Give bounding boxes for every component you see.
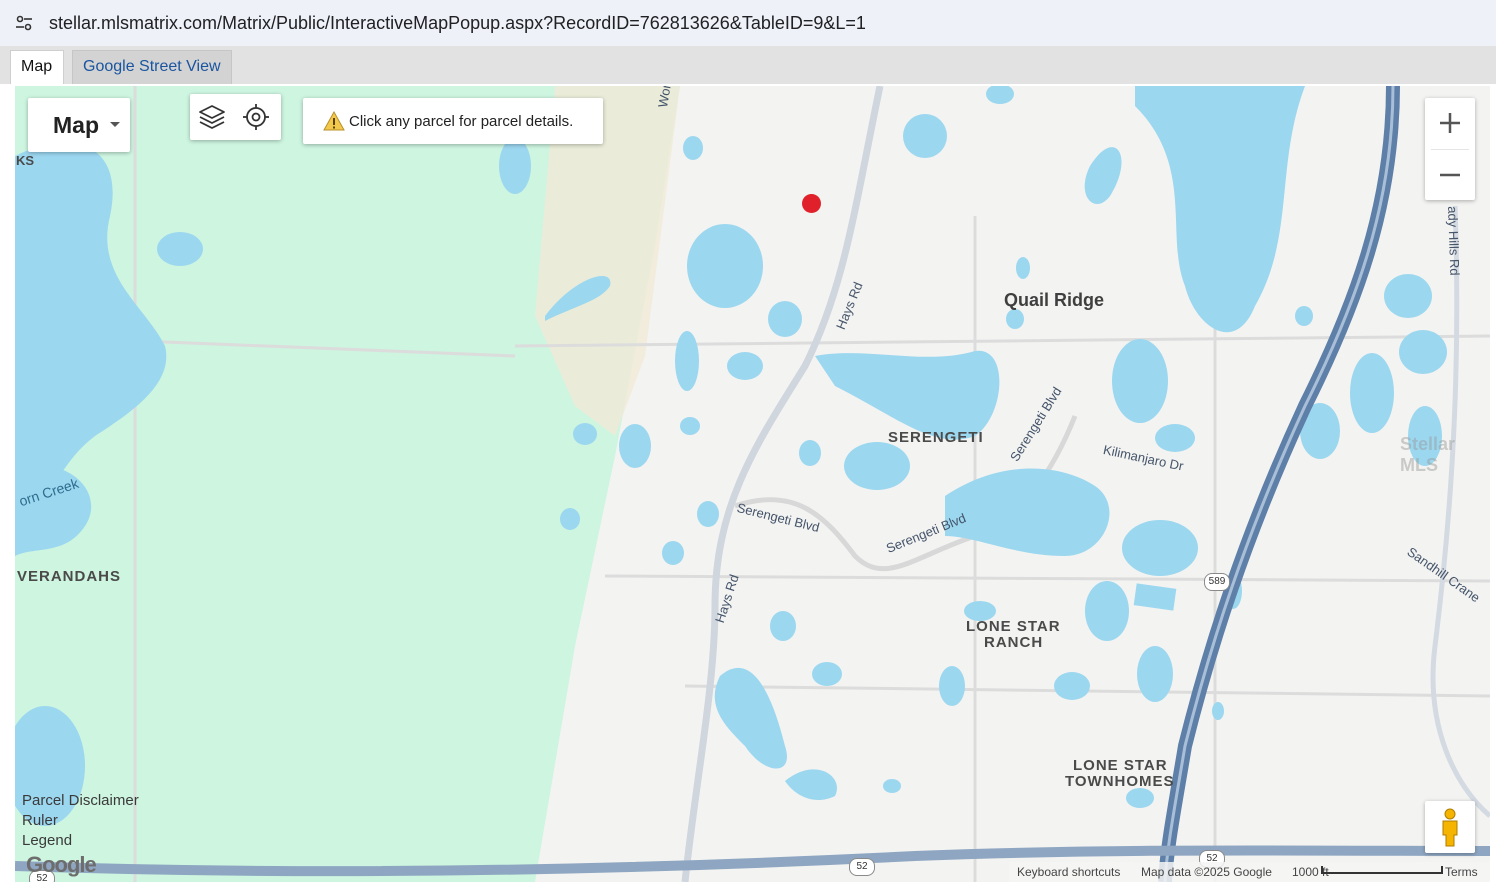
- route-589-shield: 589: [1204, 573, 1230, 591]
- zoom-control: [1425, 98, 1475, 200]
- parcel-notice: Click any parcel for parcel details.: [303, 98, 603, 144]
- parcel-disclaimer-link[interactable]: Parcel Disclaimer: [22, 791, 139, 811]
- tab-map[interactable]: Map: [10, 50, 64, 84]
- place-lone-star-townhomes-line1: LONE STAR: [1073, 757, 1168, 774]
- legend-link[interactable]: Legend: [22, 831, 139, 851]
- google-logo[interactable]: Google: [26, 852, 97, 878]
- place-serengeti: SERENGETI: [888, 429, 984, 446]
- map-footer: Keyboard shortcuts Map data ©2025 Google…: [1009, 862, 1490, 882]
- map-tool-links: Parcel Disclaimer Ruler Legend: [22, 791, 139, 851]
- place-quail-ridge: Quail Ridge: [1004, 290, 1105, 310]
- map-tools: [190, 94, 281, 140]
- notice-text: Click any parcel for parcel details.: [349, 113, 574, 130]
- map-type-selector[interactable]: Map: [28, 98, 130, 152]
- place-lone-star-ranch-line2: RANCH: [984, 634, 1044, 651]
- ruler-link[interactable]: Ruler: [22, 811, 139, 831]
- tune-icon[interactable]: [14, 13, 34, 33]
- url-text[interactable]: stellar.mlsmatrix.com/Matrix/Public/Inte…: [49, 13, 866, 34]
- tab-bar: Map Google Street View: [0, 46, 1496, 84]
- keyboard-shortcuts-link[interactable]: Keyboard shortcuts: [1017, 865, 1120, 879]
- place-lone-star-ranch-line1: LONE STAR: [966, 618, 1061, 635]
- place-lone-star-townhomes-line2: TOWNHOMES: [1065, 773, 1175, 790]
- caret-down-icon: [110, 122, 120, 127]
- terms-link[interactable]: Terms: [1445, 865, 1478, 879]
- address-bar[interactable]: stellar.mlsmatrix.com/Matrix/Public/Inte…: [0, 0, 1496, 47]
- tab-google-street-view[interactable]: Google Street View: [72, 50, 232, 84]
- map-canvas[interactable]: Map Click any parcel for parcel details.: [15, 86, 1490, 882]
- warning-icon: [323, 111, 345, 131]
- layers-icon[interactable]: [196, 101, 228, 133]
- label-shady-hills-rd: ady Hills Rd: [1445, 206, 1463, 276]
- my-location-icon[interactable]: [240, 101, 272, 133]
- place-verandahs: VERANDAHS: [17, 568, 122, 585]
- listing-marker[interactable]: [802, 194, 821, 213]
- zoom-out-button[interactable]: [1425, 150, 1475, 200]
- map-type-label: Map: [53, 112, 99, 138]
- zoom-in-button[interactable]: [1425, 98, 1475, 148]
- stellar-watermark: Stellar MLS: [1400, 434, 1456, 475]
- pegman-icon: [1442, 808, 1458, 847]
- place-ks: KS: [16, 153, 35, 168]
- scale-bar: [1321, 866, 1443, 874]
- route-52-shield-a: 52: [849, 858, 875, 876]
- street-view-pegman[interactable]: [1425, 801, 1475, 853]
- map-data-attribution: Map data ©2025 Google: [1141, 865, 1272, 879]
- map-base-layer: [15, 86, 1490, 882]
